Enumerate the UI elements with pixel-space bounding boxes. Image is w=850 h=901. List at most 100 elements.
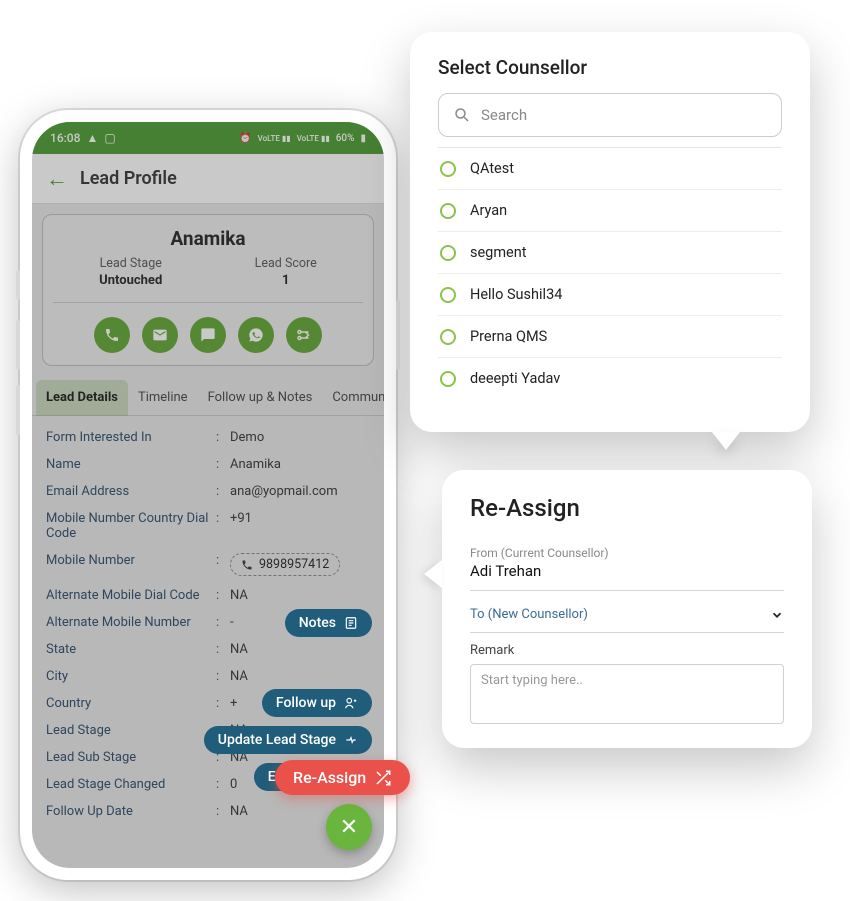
status-bar: 16:08 ▲ ▢ ⏰ VoLTE ▮▮ VoLTE ▮▮ 60% ▮ — [32, 122, 384, 154]
update-stage-button[interactable]: Update Lead Stage — [204, 726, 372, 754]
lead-stage-label: Lead Stage — [99, 256, 162, 271]
close-icon: ✕ — [340, 815, 358, 840]
from-value: Adi Trehan — [470, 562, 784, 580]
detail-row: Mobile Number Country Dial Code:+91 — [46, 505, 370, 547]
tab-timeline[interactable]: Timeline — [128, 380, 198, 415]
panel-tail — [424, 560, 442, 588]
detail-label: State — [46, 642, 216, 657]
counsellor-name: Prerna QMS — [470, 328, 547, 345]
detail-value: ana@yopmail.com — [230, 484, 338, 499]
select-counsellor-title: Select Counsellor — [438, 56, 782, 79]
radio-icon — [440, 287, 456, 303]
fab-close-button[interactable]: ✕ — [326, 804, 372, 850]
detail-label: Email Address — [46, 484, 216, 499]
detail-label: City — [46, 669, 216, 684]
radio-icon — [440, 371, 456, 387]
radio-icon — [440, 203, 456, 219]
detail-row: Alternate Mobile Dial Code:NA — [46, 582, 370, 609]
tab-lead-details[interactable]: Lead Details — [36, 380, 128, 416]
warning-icon: ▲ — [86, 131, 98, 145]
signal-icon: VoLTE ▮▮ — [297, 134, 330, 143]
call-button[interactable] — [94, 317, 130, 353]
counsellor-option[interactable]: Aryan — [438, 190, 782, 232]
profile-card: Anamika Lead Stage Untouched Lead Score … — [42, 214, 374, 366]
mobile-number-value: 9898957412 — [259, 557, 329, 572]
sms-button[interactable] — [190, 317, 226, 353]
from-label: From (Current Counsellor) — [470, 546, 784, 560]
detail-value: Demo — [230, 430, 264, 445]
reassign-panel: Re-Assign From (Current Counsellor) Adi … — [442, 470, 812, 748]
phone-screen: 16:08 ▲ ▢ ⏰ VoLTE ▮▮ VoLTE ▮▮ 60% ▮ ← Le… — [32, 122, 384, 868]
followup-label: Follow up — [276, 695, 336, 711]
detail-label: Mobile Number Country Dial Code — [46, 511, 216, 541]
counsellor-option[interactable]: deeepti Yadav — [438, 358, 782, 399]
counsellor-name: QAtest — [470, 160, 514, 177]
counsellor-name: Hello Sushil34 — [470, 286, 562, 303]
battery-icon: ▮ — [360, 133, 366, 144]
tab-followup-notes[interactable]: Follow up & Notes — [198, 380, 323, 415]
detail-value: +91 — [230, 511, 252, 541]
remark-label: Remark — [470, 643, 784, 658]
lead-score-label: Lead Score — [255, 256, 317, 271]
detail-label: Alternate Mobile Dial Code — [46, 588, 216, 603]
radio-icon — [440, 245, 456, 261]
back-arrow-icon[interactable]: ← — [46, 166, 68, 192]
to-counsellor-dropdown[interactable]: To (New Counsellor) — [470, 597, 784, 633]
followup-button[interactable]: Follow up — [262, 689, 372, 717]
counsellor-option[interactable]: QAtest — [438, 148, 782, 190]
lead-name: Anamika — [53, 227, 363, 250]
detail-label: Lead Sub Stage — [46, 750, 216, 765]
lead-score-value: 1 — [255, 273, 317, 288]
search-icon — [453, 106, 471, 124]
lead-stage-value: Untouched — [99, 273, 162, 288]
tab-communication[interactable]: Commun — [322, 380, 384, 415]
counsellor-option[interactable]: Hello Sushil34 — [438, 274, 782, 316]
detail-row: Name:Anamika — [46, 451, 370, 478]
mobile-number-chip[interactable]: 9898957412 — [230, 553, 340, 576]
update-stage-icon — [344, 733, 358, 747]
remark-input[interactable]: Start typing here.. — [470, 664, 784, 724]
detail-label: Form Interested In — [46, 430, 216, 445]
email-button[interactable] — [142, 317, 178, 353]
notes-label: Notes — [299, 615, 336, 631]
panel-tail — [712, 432, 740, 450]
detail-label: Lead Stage Changed — [46, 777, 216, 792]
radio-icon — [440, 161, 456, 177]
lead-stage-stat: Lead Stage Untouched — [99, 256, 162, 288]
notes-button[interactable]: Notes — [285, 609, 372, 637]
reassign-title: Re-Assign — [470, 494, 784, 522]
shuffle-icon — [374, 769, 392, 787]
phone-side-button — [16, 385, 20, 435]
remark-placeholder: Start typing here.. — [481, 673, 583, 688]
status-time: 16:08 — [50, 131, 80, 145]
whatsapp-button[interactable] — [238, 317, 274, 353]
counsellor-list: QAtest Aryan segment Hello Sushil34 Prer… — [438, 147, 782, 399]
from-counsellor-field: From (Current Counsellor) Adi Trehan — [470, 538, 784, 591]
counsellor-name: Aryan — [470, 202, 507, 219]
notes-icon — [344, 616, 358, 630]
update-stage-label: Update Lead Stage — [218, 732, 336, 748]
more-actions-button[interactable] — [286, 317, 322, 353]
search-input[interactable]: Search — [438, 93, 782, 137]
alarm-icon: ⏰ — [239, 133, 251, 144]
detail-row: Email Address:ana@yopmail.com — [46, 478, 370, 505]
counsellor-option[interactable]: segment — [438, 232, 782, 274]
to-label: To (New Counsellor) — [470, 607, 588, 622]
tabs: Lead Details Timeline Follow up & Notes … — [32, 380, 384, 416]
detail-label: Lead Stage — [46, 723, 216, 738]
counsellor-option[interactable]: Prerna QMS — [438, 316, 782, 358]
detail-value: NA — [230, 588, 248, 603]
detail-label: Country — [46, 696, 216, 711]
signal-icon: VoLTE ▮▮ — [258, 134, 291, 143]
lead-score-stat: Lead Score 1 — [255, 256, 317, 288]
detail-row: Form Interested In:Demo — [46, 424, 370, 451]
phone-side-button — [16, 320, 20, 370]
phone-side-button — [396, 300, 400, 370]
reassign-label: Re-Assign — [293, 768, 366, 787]
detail-label: Alternate Mobile Number — [46, 615, 216, 630]
select-counsellor-panel: Select Counsellor Search QAtest Aryan se… — [410, 32, 810, 432]
status-battery: 60% — [336, 133, 355, 144]
image-icon: ▢ — [104, 131, 115, 145]
app-bar: ← Lead Profile — [32, 154, 384, 204]
reassign-button[interactable]: Re-Assign — [275, 760, 410, 795]
